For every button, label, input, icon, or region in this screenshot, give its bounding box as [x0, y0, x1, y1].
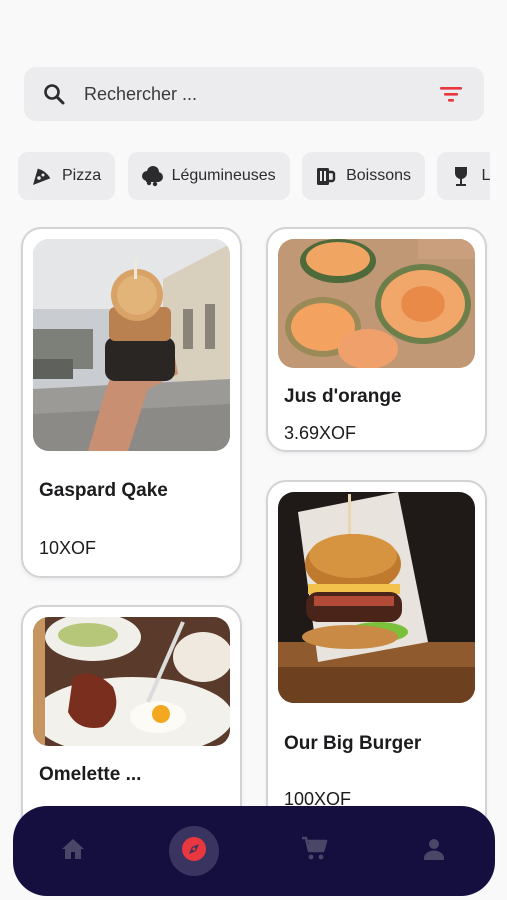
- product-name: Gaspard Qake: [39, 480, 168, 501]
- product-name: Omelette ...: [39, 764, 142, 785]
- category-chip-boissons[interactable]: Boissons: [302, 152, 426, 200]
- product-price: 3.69XOF: [284, 423, 357, 443]
- nav-home[interactable]: [48, 826, 98, 876]
- home-icon: [60, 837, 86, 866]
- category-label: Légumineuses: [171, 167, 276, 184]
- wine-glass-icon: [449, 164, 473, 188]
- product-card-our-big-burger[interactable]: Our Big Burger 100XOF: [266, 480, 487, 834]
- cart-icon: [300, 836, 328, 867]
- nav-cart[interactable]: [289, 826, 339, 876]
- product-name: Jus d'orange: [284, 386, 402, 407]
- category-label: Le: [481, 167, 490, 184]
- nav-explore[interactable]: [169, 826, 219, 876]
- compass-icon: [180, 835, 208, 868]
- product-card-gaspard-qake[interactable]: Gaspard Qake 10XOF: [21, 227, 242, 578]
- ice-cream-cone-photo: [33, 239, 230, 451]
- user-icon: [422, 837, 446, 866]
- category-chip-legumineuses[interactable]: Légumineuses: [127, 152, 290, 200]
- product-price: 10XOF: [39, 538, 97, 558]
- pizza-icon: [30, 164, 54, 188]
- home-screen: Pizza Légumineuses Boissons Le: [0, 0, 507, 900]
- product-name: Our Big Burger: [284, 733, 422, 754]
- search-icon[interactable]: [42, 82, 66, 106]
- search-bar[interactable]: [24, 67, 484, 121]
- product-card-omelette[interactable]: Omelette ...: [21, 605, 242, 835]
- mug-icon: [314, 164, 338, 188]
- bottom-navigation: [13, 806, 495, 896]
- category-label: Boissons: [346, 167, 412, 184]
- category-label: Pizza: [62, 167, 102, 184]
- melon-slices-photo: [278, 239, 475, 368]
- burger-photo: [278, 492, 475, 703]
- category-list: Pizza Légumineuses Boissons Le: [18, 152, 490, 200]
- category-chip-pizza[interactable]: Pizza: [18, 152, 116, 200]
- breakfast-plate-photo: [33, 617, 230, 746]
- leafy-cloud-icon: [140, 164, 164, 188]
- filter-icon[interactable]: [438, 81, 464, 107]
- category-chip-le[interactable]: Le: [437, 152, 490, 200]
- nav-profile[interactable]: [409, 826, 459, 876]
- product-card-jus-dorange[interactable]: Jus d'orange 3.69XOF: [266, 227, 487, 452]
- search-input[interactable]: [84, 83, 438, 105]
